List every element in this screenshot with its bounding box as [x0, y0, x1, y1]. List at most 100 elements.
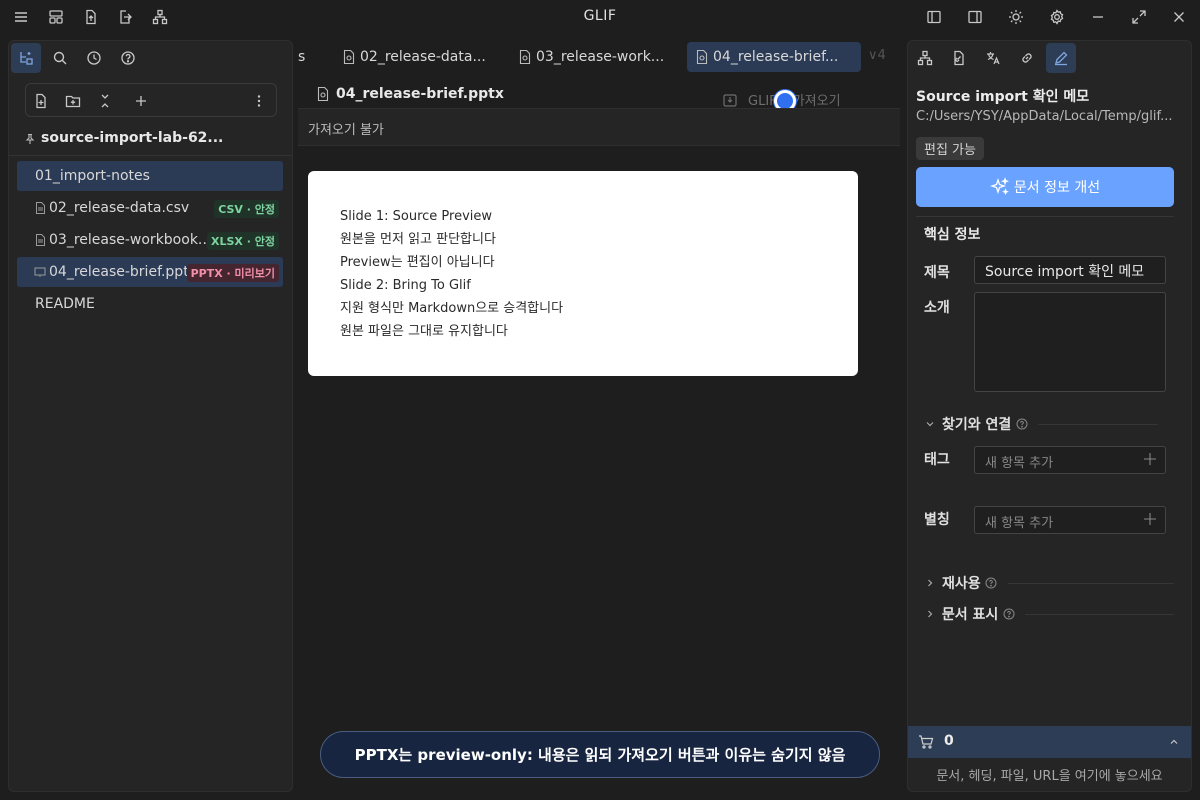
intro-textarea[interactable]: [974, 292, 1166, 392]
core-info-heading: 핵심 정보: [924, 227, 981, 243]
tab-overflow[interactable]: ∨4: [868, 48, 886, 63]
more-options-icon[interactable]: [248, 90, 270, 112]
file-link-icon[interactable]: [944, 43, 974, 73]
document-info-panel: Source import 확인 메모 C:/Users/YSY/AppData…: [907, 40, 1192, 792]
new-file-icon[interactable]: [30, 90, 52, 112]
preview-line: Preview는 편집이 아닙니다: [340, 255, 495, 270]
chevron-right-icon: [924, 608, 936, 620]
alias-placeholder: 새 항목 추가: [985, 516, 1054, 531]
document-icon: [518, 50, 532, 64]
document-title: 04_release-brief.pptx: [336, 86, 504, 102]
file-label: 04_release-brief.pptx: [49, 264, 197, 280]
editable-badge: 편집 가능: [916, 137, 984, 160]
tag-input[interactable]: 새 항목 추가: [974, 446, 1166, 474]
add-tag-icon[interactable]: [1141, 450, 1159, 468]
display-section-toggle[interactable]: 문서 표시: [924, 604, 1174, 624]
section-title: 찾기와 연결: [942, 417, 1012, 433]
file-label: 01_import-notes: [35, 168, 150, 184]
tab-label: 03_release-work...: [536, 49, 665, 65]
improve-label: 문서 정보 개선: [1013, 180, 1101, 196]
format-badge: PPTX · 미리보기: [186, 264, 279, 282]
edit-pencil-icon[interactable]: [1046, 43, 1076, 73]
tab-release-data[interactable]: 02_release-data...: [342, 42, 486, 72]
improve-doc-info-button[interactable]: 문서 정보 개선: [916, 167, 1174, 207]
tab-bar: s 02_release-data... 03_release-work... …: [298, 40, 900, 74]
tab-release-brief[interactable]: 04_release-brief...: [687, 42, 861, 72]
preview-line: 원본 파일은 그대로 유지합니다: [340, 324, 508, 339]
section-title: 재사용: [942, 576, 981, 592]
format-badge: CSV · 안정: [214, 200, 279, 218]
cart-count: 0: [944, 733, 954, 749]
title-bar: GLIF: [0, 0, 1200, 34]
help-icon[interactable]: [1015, 418, 1028, 431]
cart-icon: [918, 734, 934, 750]
preview-line: Slide 2: Bring To Glif: [340, 278, 471, 293]
document-icon: [695, 50, 709, 64]
preview-line: 지원 형식만 Markdown으로 승격합니다: [340, 301, 564, 316]
reuse-section-toggle[interactable]: 재사용: [924, 573, 1174, 593]
chevron-up-icon[interactable]: [1167, 735, 1181, 749]
file-item-release-data-csv[interactable]: 02_release-data.csv CSV · 안정: [17, 193, 283, 223]
file-item-import-notes[interactable]: 01_import-notes: [17, 161, 283, 191]
sparkle-icon: [989, 177, 1010, 197]
settings-gear-icon[interactable]: [1046, 6, 1068, 28]
tab-label: 04_release-brief...: [713, 49, 839, 65]
tag-placeholder: 새 항목 추가: [985, 456, 1054, 471]
title-input[interactable]: Source import 확인 메모: [974, 256, 1166, 284]
collapse-all-icon[interactable]: [94, 90, 116, 112]
preview-line: Slide 1: Source Preview: [340, 209, 493, 224]
file-icon: [33, 233, 47, 247]
file-tree-tab-icon[interactable]: [11, 43, 41, 73]
new-folder-icon[interactable]: [62, 90, 84, 112]
document-icon: [342, 50, 356, 64]
document-path: C:/Users/YSY/AppData/Local/Temp/glif...: [916, 109, 1173, 124]
help-icon[interactable]: [985, 577, 998, 590]
file-label: 03_release-workbook.x...: [49, 232, 219, 248]
import-status-text: 가져오기 불가: [308, 123, 384, 138]
title-field-label: 제목: [924, 265, 950, 281]
intro-field-label: 소개: [924, 300, 950, 316]
add-alias-icon[interactable]: [1141, 510, 1159, 528]
outline-graph-icon[interactable]: [910, 43, 940, 73]
divider: [1038, 423, 1159, 425]
tab-label: s: [298, 49, 306, 65]
chevron-down-icon: [924, 418, 936, 430]
slides-icon: [33, 265, 47, 279]
file-explorer-panel: source-import-lab-62... 01_import-notes …: [8, 40, 293, 792]
tag-field-label: 태그: [924, 452, 950, 468]
help-icon[interactable]: [1002, 608, 1015, 621]
history-clock-icon[interactable]: [79, 43, 109, 73]
file-label: README: [35, 296, 95, 312]
divider: [1007, 582, 1174, 584]
add-icon[interactable]: [130, 90, 152, 112]
vault-name[interactable]: source-import-lab-62...: [41, 130, 223, 146]
document-meta-title: Source import 확인 메모: [916, 89, 1090, 105]
search-icon[interactable]: [45, 43, 75, 73]
link-icon[interactable]: [1012, 43, 1042, 73]
file-item-readme[interactable]: README: [17, 289, 283, 319]
tab-release-workbook[interactable]: 03_release-work...: [518, 42, 664, 72]
left-sidebar-toggle-icon[interactable]: [923, 6, 945, 28]
import-status-bar: 가져오기 불가: [298, 108, 900, 146]
alias-input[interactable]: 새 항목 추가: [974, 506, 1166, 534]
preview-line: 원본을 먼저 읽고 판단합니다: [340, 232, 496, 247]
document-icon: [316, 87, 330, 101]
help-icon[interactable]: [113, 43, 143, 73]
tab-partial[interactable]: s: [298, 42, 305, 72]
maximize-icon[interactable]: [1128, 6, 1150, 28]
theme-sun-icon[interactable]: [1005, 6, 1027, 28]
file-item-release-workbook[interactable]: 03_release-workbook.x... XLSX · 안정: [17, 225, 283, 255]
close-icon[interactable]: [1168, 6, 1190, 28]
drop-zone-hint[interactable]: 문서, 헤딩, 파일, URL을 여기에 놓으세요: [908, 765, 1191, 784]
translate-icon[interactable]: [978, 43, 1008, 73]
pin-icon[interactable]: [23, 132, 37, 146]
document-header: 04_release-brief.pptx GLIF로 가져오기: [298, 74, 900, 109]
file-item-release-brief-pptx[interactable]: 04_release-brief.pptx PPTX · 미리보기: [17, 257, 283, 287]
minimize-icon[interactable]: [1087, 6, 1109, 28]
tab-label: 02_release-data...: [360, 49, 486, 65]
find-link-section-toggle[interactable]: 찾기와 연결: [924, 414, 1174, 434]
cart-bar[interactable]: 0: [908, 726, 1191, 758]
toast-notification: PPTX는 preview-only: 내용은 읽되 가져오기 버튼과 이유는 …: [320, 731, 880, 778]
right-sidebar-toggle-icon[interactable]: [964, 6, 986, 28]
file-toolbar: [25, 83, 277, 117]
